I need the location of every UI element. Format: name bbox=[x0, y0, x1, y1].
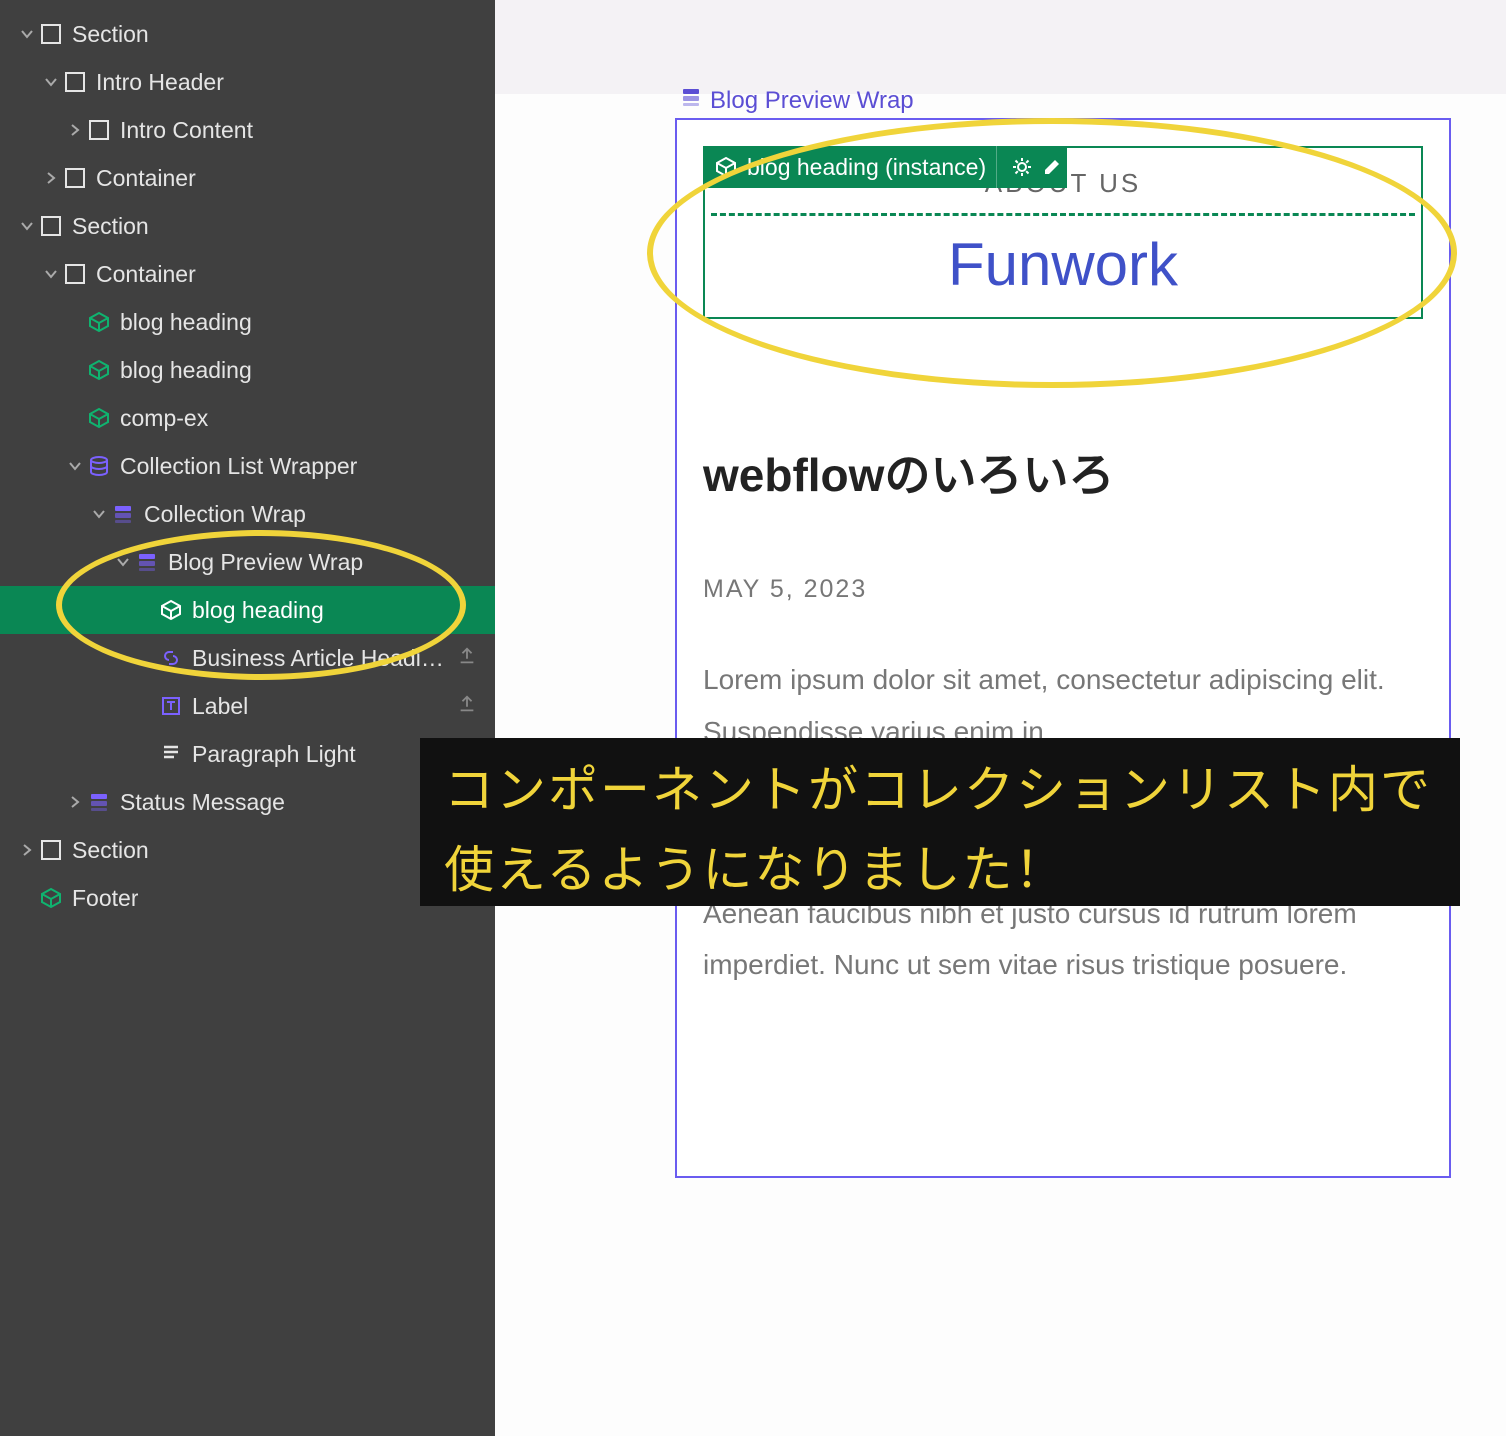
tree-item-intro-header[interactable]: Intro Header bbox=[0, 58, 495, 106]
article-date: MAY 5, 2023 bbox=[703, 575, 1423, 604]
chevron-down-icon[interactable] bbox=[114, 553, 132, 571]
tree-item-blog-preview-wrap[interactable]: Blog Preview Wrap bbox=[0, 538, 495, 586]
section-icon bbox=[88, 119, 110, 141]
component-icon bbox=[715, 156, 737, 178]
tree-item-label: blog heading bbox=[120, 309, 252, 336]
component-settings-button[interactable] bbox=[1007, 156, 1037, 178]
chevron-down-icon[interactable] bbox=[18, 217, 36, 235]
override-icon bbox=[457, 645, 477, 672]
canvas-background-strip bbox=[495, 0, 1506, 94]
tree-item-label: Footer bbox=[72, 885, 138, 912]
blog-preview-wrap-element[interactable]: blog heading (instance) ABOUT US Funwork… bbox=[675, 118, 1451, 1178]
breadcrumb-text: Blog Preview Wrap bbox=[710, 87, 914, 115]
component-icon bbox=[40, 887, 62, 909]
tree-item-collection-list-wrapper[interactable]: Collection List Wrapper bbox=[0, 442, 495, 490]
chevron-down-icon[interactable] bbox=[90, 505, 108, 523]
chevron-right-icon[interactable] bbox=[42, 169, 60, 187]
chevron-down-icon[interactable] bbox=[42, 73, 60, 91]
tree-item-label: Business Article Headi… bbox=[192, 645, 444, 672]
design-canvas[interactable]: Blog Preview Wrap blog heading (instance… bbox=[495, 0, 1506, 1436]
component-icon bbox=[160, 599, 182, 621]
tree-item-label: Blog Preview Wrap bbox=[168, 549, 363, 576]
about-headline: Funwork bbox=[705, 216, 1421, 317]
section-icon bbox=[40, 839, 62, 861]
tree-item-label: Collection List Wrapper bbox=[120, 453, 357, 480]
tree-item-label: Status Message bbox=[120, 789, 285, 816]
tree-item-container[interactable]: Container bbox=[0, 154, 495, 202]
tree-item-section[interactable]: Section bbox=[0, 10, 495, 58]
tree-item-label: Collection Wrap bbox=[144, 501, 306, 528]
link-icon bbox=[160, 647, 182, 669]
chevron-down-icon[interactable] bbox=[66, 457, 84, 475]
database-icon bbox=[88, 455, 110, 477]
section-icon bbox=[40, 215, 62, 237]
tree-item-collection-wrap[interactable]: Collection Wrap bbox=[0, 490, 495, 538]
navigator-panel: Section Intro Header Intro Content Conta… bbox=[0, 0, 495, 1436]
tree-item-label: comp-ex bbox=[120, 405, 208, 432]
tree-item-label: Section bbox=[72, 21, 149, 48]
override-icon bbox=[457, 693, 477, 720]
tree-item-label: Section bbox=[72, 837, 149, 864]
component-icon bbox=[88, 359, 110, 381]
stack-icon bbox=[88, 791, 110, 813]
tree-item-label: blog heading bbox=[192, 597, 324, 624]
tree-item-label: Container bbox=[96, 165, 196, 192]
chevron-down-icon[interactable] bbox=[18, 25, 36, 43]
section-icon bbox=[64, 263, 86, 285]
tree-item-label: blog heading bbox=[120, 357, 252, 384]
section-icon bbox=[40, 23, 62, 45]
tree-item-label: Section bbox=[72, 213, 149, 240]
component-edit-button[interactable] bbox=[1037, 156, 1067, 178]
stack-icon bbox=[680, 86, 702, 115]
stack-icon bbox=[136, 551, 158, 573]
stack-icon bbox=[112, 503, 134, 525]
text-icon bbox=[160, 695, 182, 717]
tree-item-label-node[interactable]: Label bbox=[0, 682, 495, 730]
component-icon bbox=[88, 311, 110, 333]
article-body: webflowのいろいろ MAY 5, 2023 Lorem ipsum dol… bbox=[677, 319, 1449, 1021]
article-title: webflowのいろいろ bbox=[703, 439, 1423, 505]
component-instance-tag: blog heading (instance) bbox=[703, 146, 1067, 188]
tree-item-section[interactable]: Section bbox=[0, 202, 495, 250]
instance-tag-label: blog heading (instance) bbox=[747, 154, 986, 181]
tree-item-blog-heading[interactable]: blog heading bbox=[0, 298, 495, 346]
tree-item-container[interactable]: Container bbox=[0, 250, 495, 298]
component-icon bbox=[88, 407, 110, 429]
chevron-right-icon[interactable] bbox=[18, 841, 36, 859]
tree-item-business-article-heading[interactable]: Business Article Headi… bbox=[0, 634, 495, 682]
chevron-right-icon[interactable] bbox=[66, 121, 84, 139]
tree-item-blog-heading-selected[interactable]: blog heading bbox=[0, 586, 495, 634]
tree-item-label: Paragraph Light bbox=[192, 741, 356, 768]
annotation-caption: コンポーネントがコレクションリスト内で使えるようになりました！ bbox=[420, 738, 1460, 906]
tree-item-blog-heading[interactable]: blog heading bbox=[0, 346, 495, 394]
chevron-right-icon[interactable] bbox=[66, 793, 84, 811]
tree-item-label: Intro Header bbox=[96, 69, 224, 96]
tree-item-label: Intro Content bbox=[120, 117, 253, 144]
chevron-down-icon[interactable] bbox=[42, 265, 60, 283]
paragraph-icon bbox=[160, 743, 182, 765]
selection-breadcrumb[interactable]: Blog Preview Wrap bbox=[680, 86, 914, 115]
tree-item-label: Container bbox=[96, 261, 196, 288]
tree-item-label: Label bbox=[192, 693, 248, 720]
tree-item-intro-content[interactable]: Intro Content bbox=[0, 106, 495, 154]
tree-item-comp-ex[interactable]: comp-ex bbox=[0, 394, 495, 442]
section-icon bbox=[64, 167, 86, 189]
blog-heading-component-instance[interactable]: blog heading (instance) ABOUT US Funwork bbox=[703, 146, 1423, 319]
section-icon bbox=[64, 71, 86, 93]
